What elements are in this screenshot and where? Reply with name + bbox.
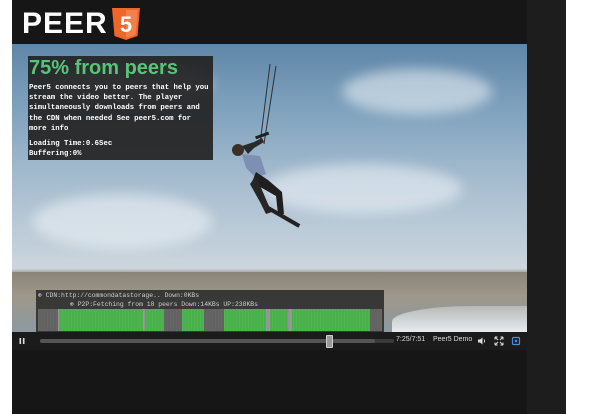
globe-icon: ⊕ bbox=[38, 292, 42, 299]
logo-text: PEER bbox=[22, 7, 108, 40]
seek-progress bbox=[40, 339, 375, 343]
chunk-track bbox=[38, 309, 382, 331]
side-panel bbox=[527, 0, 566, 414]
html5-shield-icon: 5 bbox=[111, 8, 140, 40]
cdn-status: ⊕ CDN:http://commondatastorage.. Down:0K… bbox=[38, 291, 199, 299]
seek-bar[interactable] bbox=[40, 339, 394, 343]
chunk-cdn bbox=[288, 309, 292, 331]
peer-percentage-headline: 75% from peers bbox=[29, 57, 178, 79]
p2p-status: ⊕ P2P:Fetching from 18 peers Down:14KBs … bbox=[70, 300, 258, 308]
settings-icon[interactable] bbox=[511, 336, 521, 346]
fullscreen-icon[interactable] bbox=[494, 336, 504, 346]
peer5-info-overlay: 75% from peers Peer5 connects you to pee… bbox=[28, 56, 213, 160]
volume-icon[interactable] bbox=[477, 336, 487, 346]
p2p-status-text: P2P:Fetching from 18 peers Down:14KBs UP… bbox=[77, 301, 258, 308]
chunk-p2p bbox=[59, 309, 143, 331]
loading-time: Loading Time:0.6Sec bbox=[29, 140, 113, 148]
cloud bbox=[32, 194, 212, 249]
chunk-p2p bbox=[270, 309, 288, 331]
cloud bbox=[342, 69, 492, 114]
seek-handle[interactable] bbox=[326, 335, 333, 348]
p2p-diagnostics-panel: ⊕ CDN:http://commondatastorage.. Down:0K… bbox=[36, 290, 384, 332]
pause-icon[interactable] bbox=[17, 336, 27, 346]
logo-badge: 5 bbox=[120, 12, 132, 37]
cdn-status-text: CDN:http://commondatastorage.. Down:0KBs bbox=[45, 292, 200, 299]
chunk-p2p bbox=[224, 309, 266, 331]
peer5-logo: PEER 5 bbox=[22, 6, 141, 42]
kitesurfer-figure bbox=[232, 64, 301, 228]
info-description: Peer5 connects you to peers that help yo… bbox=[29, 84, 209, 133]
peers-icon: ⊕ bbox=[70, 301, 74, 308]
time-display: 7:25/7:51 bbox=[396, 336, 426, 343]
video-title: Peer5 Demo bbox=[433, 336, 473, 343]
buffering-status: Buffering:0% bbox=[29, 150, 82, 158]
player-controls: 7:25/7:51 Peer5 Demo bbox=[12, 332, 527, 350]
chunk-pending bbox=[164, 309, 182, 331]
